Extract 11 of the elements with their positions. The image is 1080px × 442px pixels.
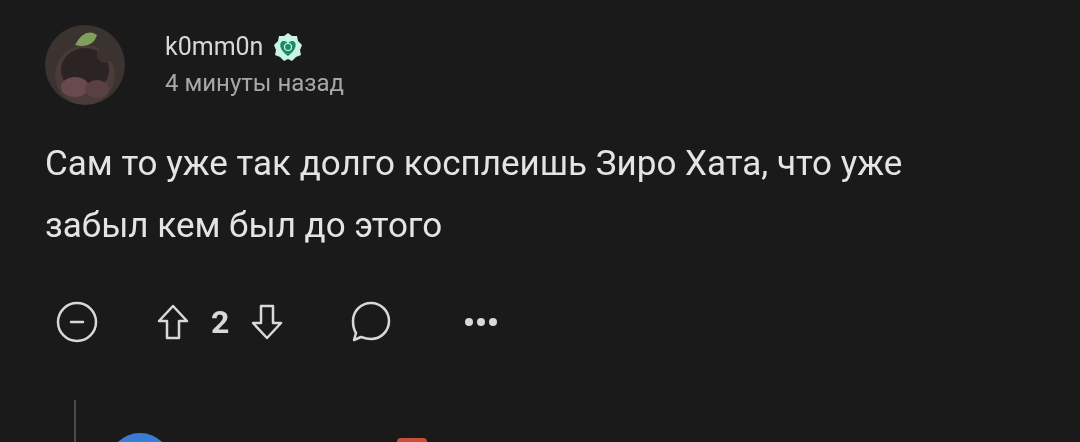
timestamp: 4 минуты назад (165, 68, 345, 99)
more-icon (464, 317, 499, 327)
username[interactable]: k0mm0n (165, 31, 264, 63)
speech-bubble-icon (350, 301, 393, 343)
heart-badge-icon (273, 32, 304, 62)
collapse-button[interactable] (55, 300, 99, 344)
arrow-down-icon (251, 304, 284, 340)
vote-count: 2 (211, 302, 230, 343)
arrow-up-icon (157, 304, 189, 340)
comment-text: Сам то уже так долго косплеишь Зиро Хата, что уже забыл кем был до этого (45, 142, 904, 248)
collapse-icon (56, 301, 98, 343)
